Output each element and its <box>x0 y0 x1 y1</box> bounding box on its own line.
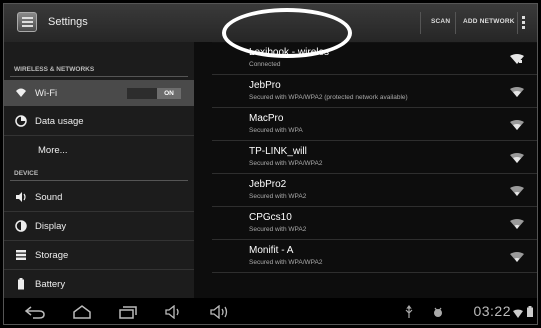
network-status: Secured with WPA/WPA2 (protected network… <box>249 94 408 101</box>
scan-button[interactable]: SCAN <box>431 18 450 25</box>
toggle-state: ON <box>157 88 181 99</box>
network-status: Secured with WPA <box>249 127 303 134</box>
network-list: Lexibook - wireles Connected JebPro Secu… <box>212 42 537 298</box>
network-status: Secured with WPA/WPA2 <box>249 259 323 266</box>
sidebar-item-label: Sound <box>35 192 63 203</box>
recent-apps-icon[interactable] <box>118 305 138 319</box>
status-clock: 03:22 <box>473 303 511 319</box>
sidebar-item-display[interactable]: Display <box>4 213 194 239</box>
divider <box>4 211 194 212</box>
sidebar-item-label: More... <box>38 145 68 156</box>
wifi-signal-icon <box>510 219 524 229</box>
sidebar-item-label: Storage <box>35 250 69 261</box>
page-title: Settings <box>48 16 88 28</box>
wifi-status-icon <box>513 309 523 318</box>
sidebar-item-label: Data usage <box>35 116 84 127</box>
divider <box>4 240 194 241</box>
network-name: Monifit - A <box>249 245 294 256</box>
divider <box>4 135 194 136</box>
wifi-signal-icon <box>510 252 524 262</box>
speaker-icon <box>15 191 27 203</box>
network-name: TP-LINK_will <box>249 146 307 157</box>
display-icon <box>15 220 27 232</box>
network-status: Secured with WPA2 <box>249 226 307 233</box>
battery-icon <box>15 278 27 290</box>
wifi-signal-icon <box>510 186 524 196</box>
highlight-annotation <box>222 8 352 58</box>
network-name: MacPro <box>249 113 284 124</box>
sidebar-item-storage[interactable]: Storage <box>4 242 194 268</box>
sidebar-item-wifi[interactable]: Wi-Fi ON <box>4 80 194 106</box>
sidebar-item-label: Battery <box>35 279 66 290</box>
section-header-wireless: WIRELESS & NETWORKS <box>14 66 95 73</box>
settings-window: Settings SCAN ADD NETWORK WIRELESS & NET… <box>3 3 538 325</box>
wifi-signal-icon <box>510 54 524 64</box>
divider <box>420 12 421 34</box>
sidebar-item-data-usage[interactable]: Data usage <box>4 108 194 134</box>
wifi-signal-icon <box>510 87 524 97</box>
network-name: JebPro <box>249 80 281 91</box>
settings-sidebar: WIRELESS & NETWORKS Wi-Fi ON Data usage … <box>4 42 194 298</box>
wifi-signal-icon <box>510 120 524 130</box>
overflow-menu-icon[interactable] <box>522 16 525 31</box>
sidebar-item-label: Display <box>35 221 67 232</box>
network-item[interactable]: TP-LINK_will Secured with WPA/WPA2 <box>212 141 537 174</box>
back-icon[interactable] <box>24 305 46 319</box>
network-name: JebPro2 <box>249 179 287 190</box>
storage-icon <box>15 249 27 261</box>
sidebar-item-more[interactable]: More... <box>4 137 194 163</box>
network-item[interactable]: CPGcs10 Secured with WPA2 <box>212 207 537 240</box>
network-status: Secured with WPA/WPA2 <box>249 160 323 167</box>
network-name: CPGcs10 <box>249 212 292 223</box>
divider <box>10 180 188 181</box>
network-item[interactable]: JebPro2 Secured with WPA2 <box>212 174 537 207</box>
divider <box>10 76 188 77</box>
volume-up-icon[interactable] <box>209 305 229 319</box>
usb-icon <box>405 305 413 318</box>
pane-separator <box>194 42 212 298</box>
volume-down-icon[interactable] <box>164 305 182 319</box>
network-item[interactable]: JebPro Secured with WPA/WPA2 (protected … <box>212 75 537 108</box>
sidebar-item-battery[interactable]: Battery <box>4 271 194 297</box>
divider <box>517 12 518 34</box>
home-icon[interactable] <box>72 305 92 319</box>
network-status: Connected <box>249 61 281 68</box>
battery-status-icon <box>527 306 533 317</box>
section-header-device: DEVICE <box>14 170 39 177</box>
settings-app-icon[interactable] <box>17 12 37 32</box>
wifi-toggle[interactable]: ON <box>127 88 181 99</box>
network-status: Secured with WPA2 <box>249 193 307 200</box>
data-usage-icon <box>15 115 27 127</box>
wifi-signal-icon <box>510 153 524 163</box>
divider <box>455 12 456 34</box>
wifi-icon <box>15 87 27 99</box>
divider <box>4 269 194 270</box>
debug-icon <box>434 307 442 317</box>
sidebar-item-sound[interactable]: Sound <box>4 184 194 210</box>
sidebar-item-label: Wi-Fi <box>35 88 58 99</box>
network-item[interactable]: Monifit - A Secured with WPA/WPA2 <box>212 240 537 273</box>
network-item[interactable]: MacPro Secured with WPA <box>212 108 537 141</box>
system-nav-bar: 03:22 <box>4 298 537 324</box>
add-network-button[interactable]: ADD NETWORK <box>463 18 515 25</box>
